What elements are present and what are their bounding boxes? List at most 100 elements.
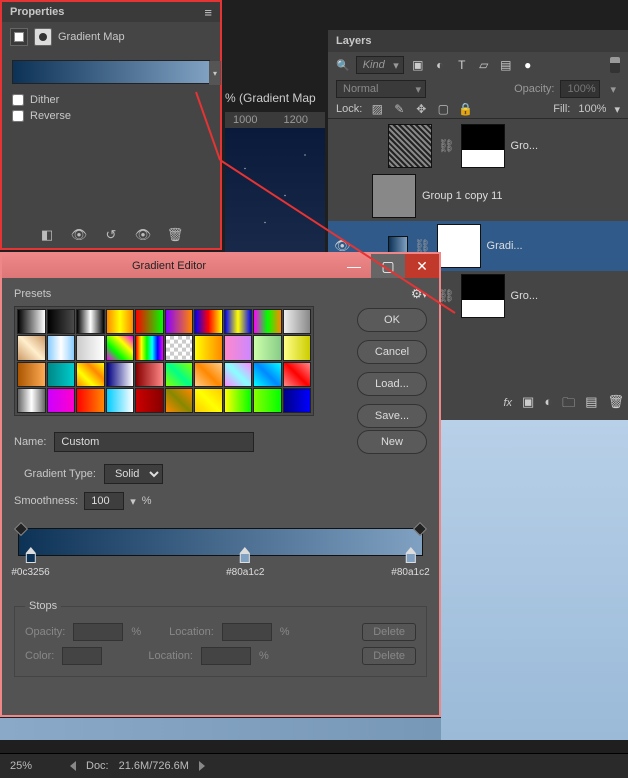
preset-swatch[interactable] [106, 309, 135, 334]
adjustment-layer-icon[interactable]: ◐ [544, 394, 552, 416]
group-icon[interactable]: 🗀 [562, 394, 575, 416]
preset-swatch[interactable] [76, 362, 105, 387]
preset-swatch[interactable] [253, 335, 282, 360]
lock-artboard-icon[interactable]: ▢ [436, 102, 450, 116]
preset-swatch[interactable] [224, 335, 253, 360]
document-tab[interactable]: % (Gradient Map [225, 91, 316, 105]
gradient-type-dropdown[interactable]: Solid [104, 464, 163, 484]
preset-swatch[interactable] [194, 362, 223, 387]
preset-swatch[interactable] [224, 362, 253, 387]
mask-thumbnail[interactable] [437, 224, 481, 268]
presets-menu-icon[interactable]: ⚙▾ [411, 286, 427, 302]
clip-icon[interactable]: ◧ [38, 226, 56, 244]
maximize-button[interactable]: ▢ [371, 254, 405, 278]
properties-header[interactable]: Properties ≡ [2, 2, 220, 22]
blend-mode-dropdown[interactable]: Normal [336, 80, 426, 98]
preset-swatch[interactable] [165, 362, 194, 387]
preset-swatch[interactable] [76, 335, 105, 360]
stop-location-input[interactable] [222, 623, 272, 641]
mask-thumbnail[interactable] [461, 274, 505, 318]
preset-swatch[interactable] [106, 335, 135, 360]
gradient-bar[interactable] [18, 528, 423, 556]
filter-toggle[interactable] [610, 57, 620, 73]
trash-icon[interactable]: 🗑 [607, 394, 624, 416]
mask-thumbnail[interactable] [461, 124, 505, 168]
new-button[interactable]: New [357, 430, 427, 454]
preset-swatch[interactable] [283, 388, 312, 413]
preset-swatch[interactable] [135, 388, 164, 413]
reverse-checkbox[interactable]: Reverse [2, 108, 220, 124]
reset-icon[interactable]: ↺ [102, 226, 120, 244]
preset-swatch[interactable] [47, 362, 76, 387]
dither-input[interactable] [12, 94, 24, 106]
preset-swatch[interactable] [283, 309, 312, 334]
layer-name[interactable]: Gro... [511, 290, 539, 302]
link-icon[interactable]: ⛓ [438, 138, 455, 154]
layer-name[interactable]: Gro... [511, 140, 539, 152]
layer-name[interactable]: Group 1 copy 11 [422, 190, 503, 202]
opacity-dropdown-icon[interactable]: ▾ [606, 81, 620, 98]
view-previous-icon[interactable]: 👁 [70, 226, 88, 244]
filter-dot-icon[interactable]: ● [520, 57, 536, 73]
preset-swatch[interactable] [135, 362, 164, 387]
cancel-button[interactable]: Cancel [357, 340, 427, 364]
stop-location-input[interactable] [201, 647, 251, 665]
stop-opacity-input[interactable] [73, 623, 123, 641]
preset-swatch[interactable] [253, 388, 282, 413]
preset-swatch[interactable] [76, 309, 105, 334]
lock-pixels-icon[interactable]: ✎ [392, 102, 406, 116]
dither-checkbox[interactable]: Dither [2, 92, 220, 108]
load-button[interactable]: Load... [357, 372, 427, 396]
preset-swatch[interactable] [165, 335, 194, 360]
preset-swatch[interactable] [194, 309, 223, 334]
color-stop[interactable]: #80a1c2 [226, 547, 264, 578]
minimize-button[interactable]: — [337, 254, 371, 278]
preset-swatch[interactable] [194, 388, 223, 413]
preset-swatch[interactable] [253, 309, 282, 334]
smoothness-dropdown-icon[interactable]: ▾ [130, 495, 136, 508]
mask-icon[interactable] [34, 28, 52, 46]
dialog-titlebar[interactable]: Gradient Editor — ▢ ✕ [2, 254, 439, 278]
layer-row[interactable]: ⛓ Gro... [328, 121, 628, 171]
gradient-preview[interactable]: ▾ [12, 60, 210, 84]
save-button[interactable]: Save... [357, 404, 427, 428]
preset-swatch[interactable] [47, 309, 76, 334]
layers-header[interactable]: Layers [328, 30, 628, 52]
lock-position-icon[interactable]: ✥ [414, 102, 428, 116]
layer-thumbnail[interactable] [388, 124, 432, 168]
ok-button[interactable]: OK [357, 308, 427, 332]
preset-swatch[interactable] [106, 388, 135, 413]
delete-color-stop-button[interactable]: Delete [362, 647, 416, 665]
preset-swatch[interactable] [283, 335, 312, 360]
preset-swatch[interactable] [253, 362, 282, 387]
mask-icon[interactable]: ▣ [522, 394, 534, 416]
adjustment-icon[interactable] [10, 28, 28, 46]
filter-shape-icon[interactable]: ▱ [476, 57, 492, 73]
gradient-dropdown-icon[interactable]: ▾ [209, 61, 221, 85]
zoom-out-icon[interactable] [70, 761, 76, 771]
panel-menu-icon[interactable]: ≡ [204, 5, 212, 20]
smoothness-input[interactable] [84, 492, 124, 510]
color-stop[interactable]: #0c3256 [11, 547, 49, 578]
filter-adjustment-icon[interactable]: ◐ [432, 57, 448, 73]
fill-value[interactable]: 100% [578, 103, 606, 115]
filter-pixel-icon[interactable]: ▣ [410, 57, 426, 73]
color-stop[interactable]: #80a1c2 [391, 547, 429, 578]
preset-swatch[interactable] [165, 388, 194, 413]
toggle-visibility-icon[interactable]: 👁 [134, 226, 152, 244]
filter-kind-dropdown[interactable]: Kind [356, 56, 404, 74]
zoom-level[interactable]: 25% [10, 760, 60, 772]
preset-swatch[interactable] [106, 362, 135, 387]
preset-swatch[interactable] [224, 309, 253, 334]
name-input[interactable] [54, 432, 254, 452]
preset-swatch[interactable] [224, 388, 253, 413]
new-layer-icon[interactable]: ▤ [585, 394, 597, 416]
lock-all-icon[interactable]: 🔒 [458, 102, 472, 116]
preset-swatch[interactable] [135, 309, 164, 334]
trash-icon[interactable]: 🗑 [166, 226, 184, 244]
preset-swatch[interactable] [47, 335, 76, 360]
preset-swatch[interactable] [17, 335, 46, 360]
preset-swatch[interactable] [283, 362, 312, 387]
close-button[interactable]: ✕ [405, 254, 439, 278]
preset-swatch[interactable] [17, 309, 46, 334]
